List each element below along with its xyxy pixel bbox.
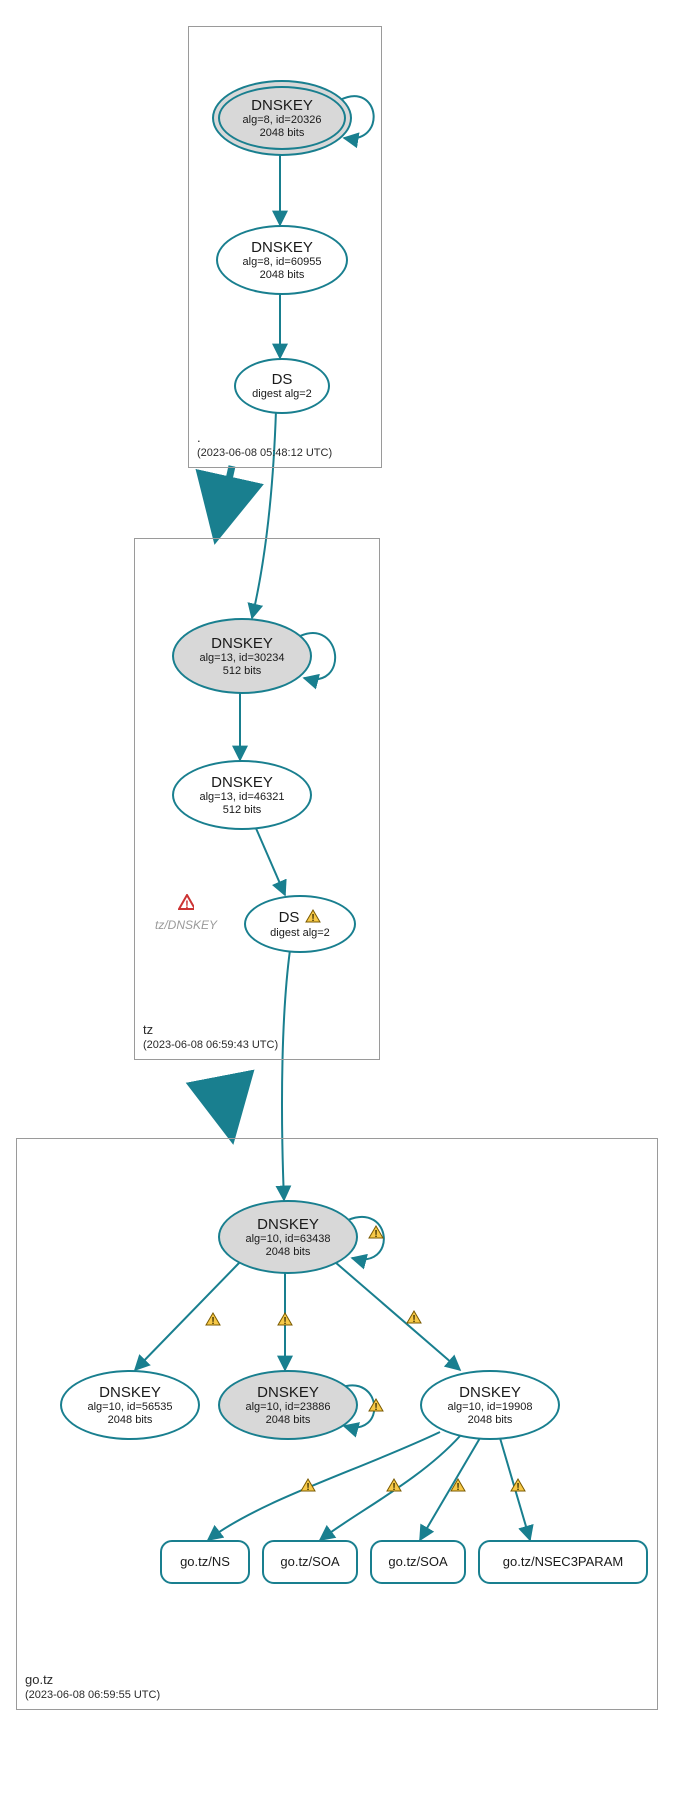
node-root-dnskey-zsk: DNSKEY alg=8, id=60955 2048 bits (216, 225, 348, 295)
node-bits: 512 bits (223, 665, 262, 678)
svg-text:!: ! (312, 913, 315, 923)
node-title: DNSKEY (257, 1216, 319, 1233)
node-bits: 2048 bits (266, 1246, 311, 1259)
node-rr-soa-1: go.tz/SOA (262, 1540, 358, 1584)
zone-gotz-timestamp: (2023-06-08 06:59:55 UTC) (25, 1688, 160, 1703)
node-rr-nsec3param: go.tz/NSEC3PARAM (478, 1540, 648, 1584)
warn-icon: ! (305, 909, 321, 927)
zone-tz-label: tz (2023-06-08 06:59:43 UTC) (143, 1021, 278, 1053)
node-title: go.tz/NS (180, 1555, 230, 1570)
dnssec-chain-diagram: . (2023-06-08 05:48:12 UTC) DNSKEY alg=8… (0, 0, 675, 1809)
node-bits: 2048 bits (468, 1414, 513, 1427)
node-title: DNSKEY (257, 1384, 319, 1401)
node-title: DS (272, 371, 293, 388)
node-gotz-dnskey-56535: DNSKEY alg=10, id=56535 2048 bits (60, 1370, 200, 1440)
node-gotz-dnskey-ksk: DNSKEY alg=10, id=63438 2048 bits (218, 1200, 358, 1274)
node-alg: alg=10, id=23886 (245, 1401, 330, 1414)
node-root-dnskey-ksk: DNSKEY alg=8, id=20326 2048 bits (212, 80, 352, 156)
node-gotz-dnskey-19908: DNSKEY alg=10, id=19908 2048 bits (420, 1370, 560, 1440)
node-alg: digest alg=2 (270, 927, 330, 940)
node-title: DNSKEY (251, 239, 313, 256)
node-title: go.tz/SOA (388, 1555, 447, 1570)
node-title: DNSKEY (211, 774, 273, 791)
zone-root-title: . (197, 429, 332, 447)
node-gotz-dnskey-23886: DNSKEY alg=10, id=23886 2048 bits (218, 1370, 358, 1440)
node-title: go.tz/NSEC3PARAM (503, 1555, 623, 1570)
node-root-ds: DS digest alg=2 (234, 358, 330, 414)
node-title: DNSKEY (459, 1384, 521, 1401)
node-rr-soa-2: go.tz/SOA (370, 1540, 466, 1584)
zone-tz-title: tz (143, 1021, 278, 1039)
node-title: go.tz/SOA (280, 1555, 339, 1570)
node-bits: 512 bits (223, 804, 262, 817)
node-alg: alg=10, id=56535 (87, 1401, 172, 1414)
node-title: DS (279, 909, 300, 926)
node-alg: alg=8, id=20326 (243, 114, 322, 127)
zone-gotz-label: go.tz (2023-06-08 06:59:55 UTC) (25, 1671, 160, 1703)
node-alg: alg=13, id=46321 (199, 791, 284, 804)
zone-root-label: . (2023-06-08 05:48:12 UTC) (197, 429, 332, 461)
zone-root-timestamp: (2023-06-08 05:48:12 UTC) (197, 446, 332, 461)
node-bits: 2048 bits (260, 127, 305, 140)
zone-tz-timestamp: (2023-06-08 06:59:43 UTC) (143, 1038, 278, 1053)
node-alg: digest alg=2 (252, 388, 312, 401)
node-tz-dnskey-zsk: DNSKEY alg=13, id=46321 512 bits (172, 760, 312, 830)
node-tz-ds: DS ! digest alg=2 (244, 895, 356, 953)
node-bits: 2048 bits (266, 1414, 311, 1427)
node-rr-ns: go.tz/NS (160, 1540, 250, 1584)
node-alg: alg=10, id=19908 (447, 1401, 532, 1414)
zone-gotz-title: go.tz (25, 1671, 160, 1689)
node-title: DNSKEY (99, 1384, 161, 1401)
node-bits: 2048 bits (108, 1414, 153, 1427)
ghost-tz-dnskey: tz/DNSKEY (155, 918, 217, 932)
node-alg: alg=10, id=63438 (245, 1233, 330, 1246)
node-title: DNSKEY (211, 635, 273, 652)
node-alg: alg=13, id=30234 (199, 652, 284, 665)
node-alg: alg=8, id=60955 (243, 256, 322, 269)
node-tz-dnskey-ksk: DNSKEY alg=13, id=30234 512 bits (172, 618, 312, 694)
node-bits: 2048 bits (260, 269, 305, 282)
node-title: DNSKEY (251, 97, 313, 114)
